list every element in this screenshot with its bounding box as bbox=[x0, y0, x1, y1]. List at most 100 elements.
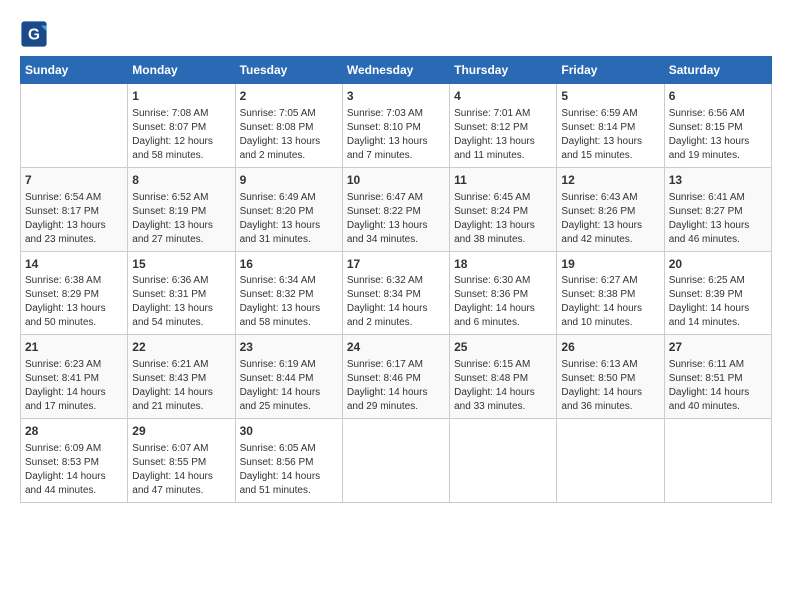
calendar-cell: 12 Sunrise: 6:43 AM Sunset: 8:26 PM Dayli… bbox=[557, 167, 664, 251]
calendar-table: SundayMondayTuesdayWednesdayThursdayFrid… bbox=[20, 56, 772, 503]
day-number: 5 bbox=[561, 88, 659, 105]
day-info: Sunrise: 6:25 AM Sunset: 8:39 PM Dayligh… bbox=[669, 274, 767, 330]
day-info: Sunrise: 6:09 AM Sunset: 8:53 PM Dayligh… bbox=[25, 442, 123, 498]
day-info: Sunrise: 7:05 AM Sunset: 8:08 PM Dayligh… bbox=[240, 107, 338, 163]
week-row-3: 14Sunrise: 6:38 AM Sunset: 8:29 PM Dayli… bbox=[21, 251, 772, 335]
day-info: Sunrise: 7:08 AM Sunset: 8:07 PM Dayligh… bbox=[132, 107, 230, 163]
day-info: Sunrise: 6:05 AM Sunset: 8:56 PM Dayligh… bbox=[240, 442, 338, 498]
calendar-cell: 27 Sunrise: 6:11 AM Sunset: 8:51 PM Dayli… bbox=[664, 335, 771, 419]
day-info: Sunrise: 6:56 AM Sunset: 8:15 PM Dayligh… bbox=[669, 107, 767, 163]
day-info: Sunrise: 6:49 AM Sunset: 8:20 PM Dayligh… bbox=[240, 191, 338, 247]
day-info: Sunrise: 7:03 AM Sunset: 8:10 PM Dayligh… bbox=[347, 107, 445, 163]
calendar-cell: 9 Sunrise: 6:49 AM Sunset: 8:20 PM Daylig… bbox=[235, 167, 342, 251]
day-number: 6 bbox=[669, 88, 767, 105]
day-number: 3 bbox=[347, 88, 445, 105]
calendar-header: SundayMondayTuesdayWednesdayThursdayFrid… bbox=[21, 57, 772, 84]
calendar-cell bbox=[557, 419, 664, 503]
day-number: 19 bbox=[561, 256, 659, 273]
day-info: Sunrise: 6:52 AM Sunset: 8:19 PM Dayligh… bbox=[132, 191, 230, 247]
day-number: 18 bbox=[454, 256, 552, 273]
day-info: Sunrise: 6:30 AM Sunset: 8:36 PM Dayligh… bbox=[454, 274, 552, 330]
day-info: Sunrise: 6:13 AM Sunset: 8:50 PM Dayligh… bbox=[561, 358, 659, 414]
day-info: Sunrise: 6:23 AM Sunset: 8:41 PM Dayligh… bbox=[25, 358, 123, 414]
calendar-cell: 26 Sunrise: 6:13 AM Sunset: 8:50 PM Dayli… bbox=[557, 335, 664, 419]
logo-icon: G bbox=[20, 20, 48, 48]
day-number: 28 bbox=[25, 423, 123, 440]
day-number: 21 bbox=[25, 339, 123, 356]
calendar-cell: 18Sunrise: 6:30 AM Sunset: 8:36 PM Dayli… bbox=[450, 251, 557, 335]
calendar-cell: 7 Sunrise: 6:54 AM Sunset: 8:17 PM Daylig… bbox=[21, 167, 128, 251]
calendar-cell: 8 Sunrise: 6:52 AM Sunset: 8:19 PM Daylig… bbox=[128, 167, 235, 251]
day-number: 10 bbox=[347, 172, 445, 189]
day-number: 4 bbox=[454, 88, 552, 105]
page-header: G bbox=[20, 20, 772, 48]
day-number: 26 bbox=[561, 339, 659, 356]
calendar-cell: 28 Sunrise: 6:09 AM Sunset: 8:53 PM Dayli… bbox=[21, 419, 128, 503]
day-header-saturday: Saturday bbox=[664, 57, 771, 84]
calendar-cell bbox=[664, 419, 771, 503]
day-info: Sunrise: 6:17 AM Sunset: 8:46 PM Dayligh… bbox=[347, 358, 445, 414]
calendar-cell: 2 Sunrise: 7:05 AM Sunset: 8:08 PM Daylig… bbox=[235, 84, 342, 168]
calendar-cell: 14Sunrise: 6:38 AM Sunset: 8:29 PM Dayli… bbox=[21, 251, 128, 335]
day-header-monday: Monday bbox=[128, 57, 235, 84]
day-number: 24 bbox=[347, 339, 445, 356]
day-info: Sunrise: 6:34 AM Sunset: 8:32 PM Dayligh… bbox=[240, 274, 338, 330]
calendar-cell: 21 Sunrise: 6:23 AM Sunset: 8:41 PM Dayli… bbox=[21, 335, 128, 419]
calendar-cell: 25 Sunrise: 6:15 AM Sunset: 8:48 PM Dayli… bbox=[450, 335, 557, 419]
day-header-sunday: Sunday bbox=[21, 57, 128, 84]
calendar-cell: 10 Sunrise: 6:47 AM Sunset: 8:22 PM Dayli… bbox=[342, 167, 449, 251]
calendar-cell: 15Sunrise: 6:36 AM Sunset: 8:31 PM Dayli… bbox=[128, 251, 235, 335]
day-number: 25 bbox=[454, 339, 552, 356]
calendar-cell: 1Sunrise: 7:08 AM Sunset: 8:07 PM Daylig… bbox=[128, 84, 235, 168]
day-info: Sunrise: 6:21 AM Sunset: 8:43 PM Dayligh… bbox=[132, 358, 230, 414]
day-info: Sunrise: 6:38 AM Sunset: 8:29 PM Dayligh… bbox=[25, 274, 123, 330]
day-number: 20 bbox=[669, 256, 767, 273]
day-info: Sunrise: 6:54 AM Sunset: 8:17 PM Dayligh… bbox=[25, 191, 123, 247]
calendar-cell: 16Sunrise: 6:34 AM Sunset: 8:32 PM Dayli… bbox=[235, 251, 342, 335]
day-number: 22 bbox=[132, 339, 230, 356]
day-number: 11 bbox=[454, 172, 552, 189]
day-info: Sunrise: 6:43 AM Sunset: 8:26 PM Dayligh… bbox=[561, 191, 659, 247]
calendar-cell bbox=[21, 84, 128, 168]
calendar-cell: 4 Sunrise: 7:01 AM Sunset: 8:12 PM Daylig… bbox=[450, 84, 557, 168]
svg-text:G: G bbox=[28, 27, 40, 44]
logo: G bbox=[20, 20, 52, 48]
calendar-cell: 20Sunrise: 6:25 AM Sunset: 8:39 PM Dayli… bbox=[664, 251, 771, 335]
day-number: 27 bbox=[669, 339, 767, 356]
day-number: 16 bbox=[240, 256, 338, 273]
day-number: 15 bbox=[132, 256, 230, 273]
day-number: 2 bbox=[240, 88, 338, 105]
calendar-cell bbox=[342, 419, 449, 503]
day-number: 9 bbox=[240, 172, 338, 189]
day-info: Sunrise: 6:15 AM Sunset: 8:48 PM Dayligh… bbox=[454, 358, 552, 414]
week-row-5: 28 Sunrise: 6:09 AM Sunset: 8:53 PM Dayli… bbox=[21, 419, 772, 503]
calendar-cell: 22 Sunrise: 6:21 AM Sunset: 8:43 PM Dayli… bbox=[128, 335, 235, 419]
calendar-cell: 29Sunrise: 6:07 AM Sunset: 8:55 PM Dayli… bbox=[128, 419, 235, 503]
week-row-4: 21 Sunrise: 6:23 AM Sunset: 8:41 PM Dayli… bbox=[21, 335, 772, 419]
day-number: 12 bbox=[561, 172, 659, 189]
calendar-cell: 13 Sunrise: 6:41 AM Sunset: 8:27 PM Dayli… bbox=[664, 167, 771, 251]
calendar-cell bbox=[450, 419, 557, 503]
day-number: 17 bbox=[347, 256, 445, 273]
day-info: Sunrise: 6:47 AM Sunset: 8:22 PM Dayligh… bbox=[347, 191, 445, 247]
day-number: 14 bbox=[25, 256, 123, 273]
day-info: Sunrise: 6:36 AM Sunset: 8:31 PM Dayligh… bbox=[132, 274, 230, 330]
day-number: 29 bbox=[132, 423, 230, 440]
calendar-cell: 11Sunrise: 6:45 AM Sunset: 8:24 PM Dayli… bbox=[450, 167, 557, 251]
day-header-tuesday: Tuesday bbox=[235, 57, 342, 84]
day-info: Sunrise: 6:27 AM Sunset: 8:38 PM Dayligh… bbox=[561, 274, 659, 330]
calendar-cell: 30Sunrise: 6:05 AM Sunset: 8:56 PM Dayli… bbox=[235, 419, 342, 503]
day-info: Sunrise: 6:19 AM Sunset: 8:44 PM Dayligh… bbox=[240, 358, 338, 414]
week-row-1: 1Sunrise: 7:08 AM Sunset: 8:07 PM Daylig… bbox=[21, 84, 772, 168]
calendar-cell: 6 Sunrise: 6:56 AM Sunset: 8:15 PM Daylig… bbox=[664, 84, 771, 168]
day-info: Sunrise: 6:41 AM Sunset: 8:27 PM Dayligh… bbox=[669, 191, 767, 247]
day-number: 7 bbox=[25, 172, 123, 189]
day-info: Sunrise: 7:01 AM Sunset: 8:12 PM Dayligh… bbox=[454, 107, 552, 163]
day-header-thursday: Thursday bbox=[450, 57, 557, 84]
day-number: 8 bbox=[132, 172, 230, 189]
calendar-cell: 19Sunrise: 6:27 AM Sunset: 8:38 PM Dayli… bbox=[557, 251, 664, 335]
calendar-cell: 24 Sunrise: 6:17 AM Sunset: 8:46 PM Dayli… bbox=[342, 335, 449, 419]
day-info: Sunrise: 6:11 AM Sunset: 8:51 PM Dayligh… bbox=[669, 358, 767, 414]
calendar-cell: 23Sunrise: 6:19 AM Sunset: 8:44 PM Dayli… bbox=[235, 335, 342, 419]
day-number: 13 bbox=[669, 172, 767, 189]
